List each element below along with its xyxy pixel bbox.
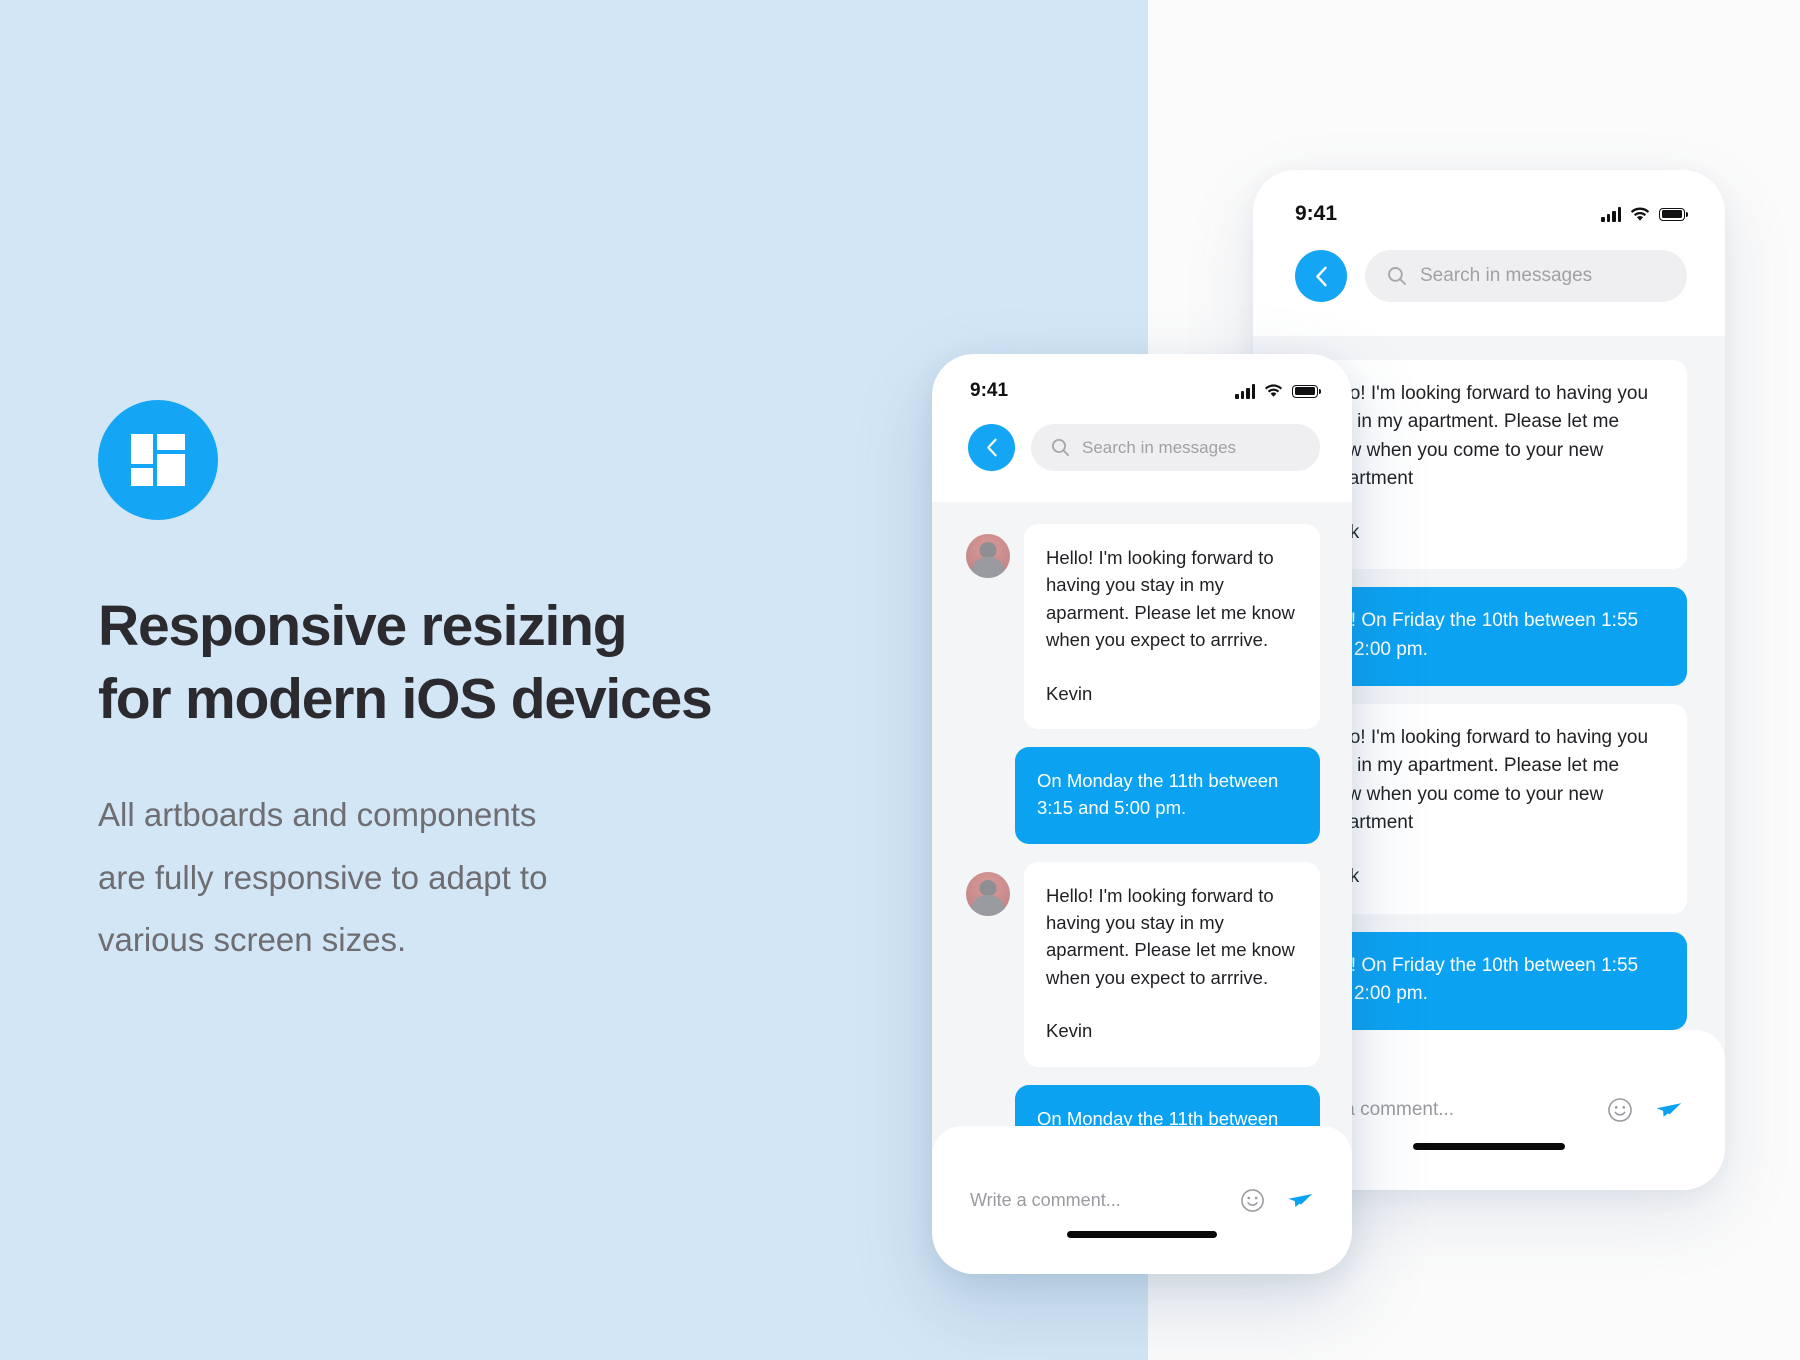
message-signature: Mark	[1317, 519, 1665, 547]
status-time: 9:41	[1295, 202, 1338, 225]
status-bar: 9:41	[932, 354, 1352, 402]
search-icon	[1051, 438, 1070, 457]
wifi-icon	[1264, 384, 1283, 398]
message-bubble-outgoing[interactable]: On Monday the 11th between 3:15 and 5:00…	[1015, 746, 1320, 844]
message-row: Hello! I'm looking forward to having you…	[1293, 360, 1687, 570]
home-indicator	[1067, 1231, 1217, 1238]
send-icon[interactable]	[1287, 1188, 1314, 1213]
message-text: Hello! I'm looking forward to having you…	[1317, 383, 1649, 489]
message-row: Hello! I'm looking forward to having you…	[966, 861, 1320, 1067]
battery-full-icon	[1292, 384, 1322, 398]
status-icons	[1601, 206, 1689, 222]
status-icons	[1235, 383, 1322, 399]
message-row: Hey! On Friday the 10th between 1:55 and…	[1293, 931, 1687, 1031]
app-logo-badge	[98, 400, 218, 520]
phone-front-composer: Write a comment...	[932, 1126, 1352, 1274]
message-signature: Kevin	[1046, 682, 1093, 704]
smiley-icon[interactable]	[1240, 1188, 1265, 1213]
avatar	[966, 534, 1010, 578]
composer-actions	[1240, 1188, 1314, 1213]
back-button[interactable]	[1295, 250, 1347, 302]
back-button[interactable]	[968, 424, 1015, 471]
message-row: On Monday the 11th between 3:15 and 5:00…	[966, 746, 1320, 844]
message-row: Hey! On Friday the 10th between 1:55 and…	[1293, 587, 1687, 687]
message-text: Hey! On Friday the 10th between 1:55 and…	[1317, 610, 1639, 660]
message-bubble-outgoing[interactable]: Hey! On Friday the 10th between 1:55 and…	[1293, 931, 1687, 1031]
phone-back-header: 9:41 Search in messages	[1253, 170, 1725, 336]
grid-dashboard-icon	[131, 434, 185, 486]
signal-bars-icon	[1235, 383, 1255, 399]
page-subtitle-line3: various screen sizes.	[98, 921, 407, 959]
search-icon	[1388, 267, 1406, 285]
status-time: 9:41	[970, 380, 1009, 401]
phone-mockup-front: 9:41 Search in messages Hello! I'm looki…	[932, 354, 1352, 1274]
phone-front-header: 9:41 Search in messages	[932, 354, 1352, 502]
search-input-placeholder: Search in messages	[1082, 437, 1237, 457]
page-subtitle-line1: All artboards and components	[98, 795, 537, 833]
wifi-icon	[1630, 206, 1650, 222]
phone-front-search-row: Search in messages	[932, 402, 1352, 471]
page-subtitle-line2: are fully responsive to adapt to	[98, 858, 548, 896]
page-title-line2: for modern iOS devices	[98, 666, 713, 731]
message-text: Hello! I'm looking forward to having you…	[1046, 547, 1295, 651]
send-icon[interactable]	[1655, 1097, 1683, 1123]
phone-back-search-row: Search in messages	[1253, 226, 1725, 302]
message-row: Hello! I'm looking forward to having you…	[1293, 704, 1687, 914]
message-bubble-outgoing[interactable]: Hey! On Friday the 10th between 1:55 and…	[1293, 587, 1687, 687]
message-signature: Mark	[1317, 863, 1665, 891]
search-input[interactable]: Search in messages	[1365, 250, 1687, 302]
chevron-left-icon	[1315, 266, 1327, 286]
message-bubble-incoming[interactable]: Hello! I'm looking forward to having you…	[1024, 861, 1320, 1067]
message-bubble-incoming[interactable]: Hello! I'm looking forward to having you…	[1293, 704, 1687, 914]
message-text: Hello! I'm looking forward to having you…	[1046, 884, 1295, 988]
page-subtitle: All artboards and components are fully r…	[98, 784, 858, 972]
smiley-icon[interactable]	[1607, 1097, 1633, 1123]
composer-actions	[1607, 1097, 1683, 1123]
page-title: Responsive resizing for modern iOS devic…	[98, 590, 858, 736]
page-title-line1: Responsive resizing	[98, 594, 628, 658]
comment-input[interactable]: Write a comment...	[970, 1190, 1240, 1211]
search-input[interactable]: Search in messages	[1031, 424, 1320, 471]
message-bubble-incoming[interactable]: Hello! I'm looking forward to having you…	[1293, 360, 1687, 570]
avatar	[966, 871, 1010, 916]
search-input-placeholder: Search in messages	[1420, 265, 1593, 286]
phone-front-message-thread[interactable]: Hello! I'm looking forward to having you…	[932, 502, 1352, 1182]
promo-block: Responsive resizing for modern iOS devic…	[98, 400, 858, 972]
message-row: Hello! I'm looking forward to having you…	[966, 524, 1320, 729]
message-text: Hey! On Friday the 10th between 1:55 and…	[1317, 954, 1639, 1004]
message-signature: Kevin	[1046, 1020, 1093, 1042]
battery-full-icon	[1659, 207, 1689, 221]
status-bar: 9:41	[1253, 170, 1725, 226]
message-text: Hello! I'm looking forward to having you…	[1317, 727, 1649, 833]
signal-bars-icon	[1601, 206, 1621, 222]
message-text: On Monday the 11th between 3:15 and 5:00…	[1037, 769, 1279, 819]
home-indicator	[1413, 1143, 1565, 1150]
chevron-left-icon	[986, 438, 997, 457]
message-bubble-incoming[interactable]: Hello! I'm looking forward to having you…	[1024, 524, 1320, 729]
